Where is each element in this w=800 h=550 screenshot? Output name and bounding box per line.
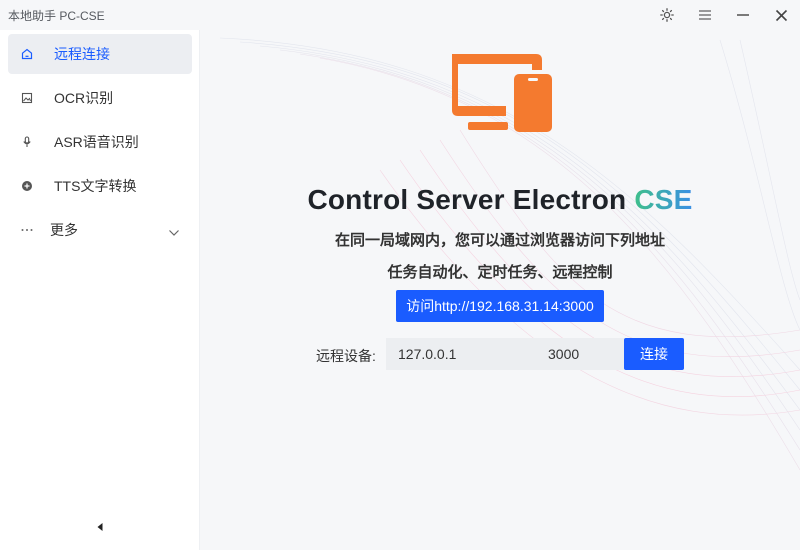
- more-icon: [20, 223, 34, 237]
- minimize-icon: [736, 8, 750, 22]
- tts-icon: [20, 179, 34, 193]
- chevron-down-icon: [168, 224, 180, 240]
- sidebar-item-label: OCR识别: [54, 90, 114, 106]
- close-icon: [775, 9, 788, 22]
- headline-text: Control Server Electron: [307, 184, 627, 215]
- remote-port-input[interactable]: [546, 338, 624, 370]
- sidebar-item-label: 远程连接: [54, 46, 110, 62]
- sidebar-item-label: 更多: [50, 222, 78, 238]
- image-icon: [20, 91, 34, 105]
- page-title: Control Server Electron CSE: [200, 184, 800, 216]
- main-panel: Control Server Electron CSE 在同一局域网内，您可以通…: [200, 30, 800, 550]
- sidebar-collapse-button[interactable]: [92, 520, 108, 536]
- sidebar-item-asr[interactable]: ASR语音识别: [8, 122, 192, 162]
- sidebar-item-remote-connect[interactable]: 远程连接: [8, 34, 192, 74]
- home-icon: [20, 47, 34, 61]
- sidebar-item-tts[interactable]: TTS文字转换: [8, 166, 192, 206]
- title-bar: 本地助手 PC-CSE: [0, 0, 800, 30]
- sidebar-item-label: ASR语音识别: [54, 134, 139, 150]
- window-controls: [648, 0, 800, 30]
- subtitle-features: 任务自动化、定时任务、远程控制: [387, 264, 613, 281]
- menu-button[interactable]: [686, 0, 724, 30]
- sidebar: 远程连接 OCR识别 ASR语音识别 TTS文字转换 更多: [0, 30, 200, 550]
- theme-icon: [660, 8, 674, 22]
- minimize-button[interactable]: [724, 0, 762, 30]
- headline-accent: CSE: [634, 184, 693, 215]
- visit-address-button[interactable]: 访问http://192.168.31.14:3000: [396, 290, 604, 322]
- subtitle-lan: 在同一局域网内，您可以通过浏览器访问下列地址: [334, 232, 665, 249]
- microphone-icon: [20, 135, 34, 149]
- desktop-device-icon: [444, 48, 556, 143]
- connect-button[interactable]: 连接: [624, 338, 684, 370]
- sidebar-item-more[interactable]: 更多: [8, 210, 192, 250]
- theme-toggle-button[interactable]: [648, 0, 686, 30]
- close-button[interactable]: [762, 0, 800, 30]
- remote-device-label: 远程设备:: [316, 348, 376, 364]
- menu-icon: [698, 9, 712, 21]
- sidebar-item-label: TTS文字转换: [54, 178, 137, 194]
- sidebar-item-ocr[interactable]: OCR识别: [8, 78, 192, 118]
- app-title: 本地助手 PC-CSE: [8, 9, 105, 23]
- collapse-left-icon: [96, 519, 104, 537]
